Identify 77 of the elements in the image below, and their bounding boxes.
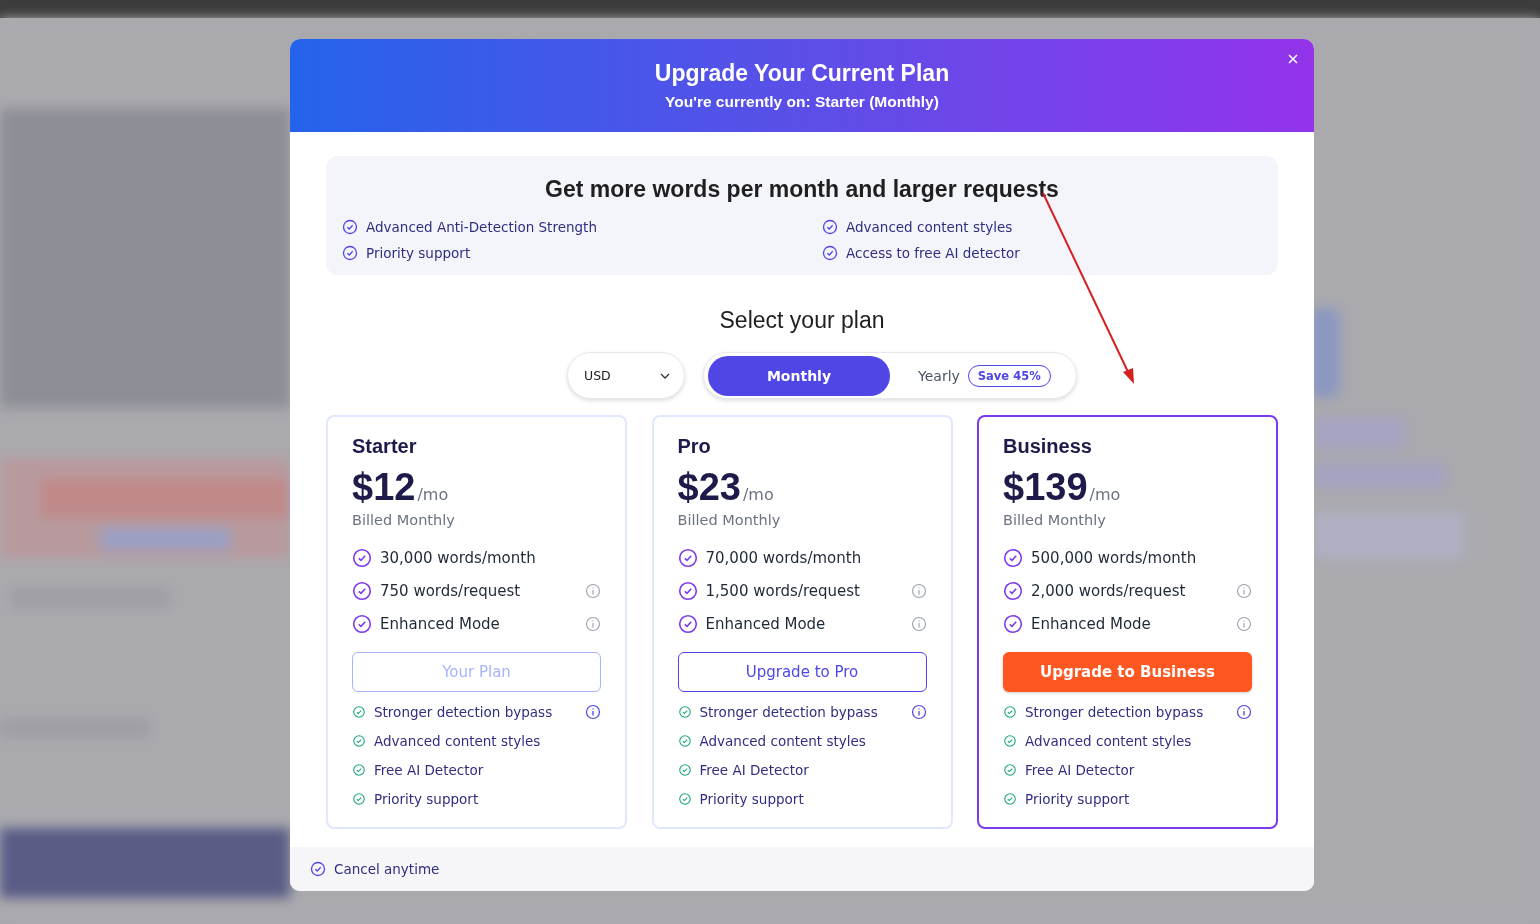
plan-extra-feature: Free AI Detector: [699, 762, 810, 778]
check-circle-icon: [1003, 705, 1017, 719]
benefits-heading: Get more words per month and larger requests: [544, 176, 1060, 203]
check-circle-icon: [677, 581, 698, 601]
check-circle-icon: [822, 245, 838, 261]
dialog-title: Upgrade Your Current Plan: [654, 60, 950, 87]
plan-feature: 2,000 words/request: [1031, 582, 1187, 600]
price-unit: /mo: [1089, 485, 1121, 504]
plan-feature: Enhanced Mode: [705, 615, 827, 633]
price-unit: /mo: [742, 485, 774, 504]
billing-text: Billed Monthly: [1003, 512, 1107, 528]
plan-feature: Enhanced Mode: [1031, 615, 1152, 633]
billing-period-tab[interactable]: Yearly: [898, 355, 960, 396]
billing-period-tab[interactable]: Monthly: [708, 355, 890, 396]
check-circle-icon: [677, 614, 698, 634]
check-circle-icon: [352, 792, 366, 806]
plan-extra-feature: Advanced content styles: [374, 733, 542, 749]
check-circle-icon: [1003, 614, 1023, 634]
check-circle-icon: [352, 614, 372, 634]
plan-name: Starter: [352, 435, 418, 458]
price-unit: /mo: [417, 485, 449, 504]
plan-extra-feature: Stronger detection bypass: [1025, 704, 1205, 720]
plan-feature: Enhanced Mode: [380, 615, 501, 633]
plan-feature: 30,000 words/month: [380, 549, 537, 567]
check-circle-icon: [822, 219, 838, 235]
check-circle-icon: [1003, 763, 1017, 777]
check-circle-icon: [1003, 734, 1017, 748]
plan-price: $139: [1003, 468, 1088, 506]
check-circle-icon: [342, 219, 358, 235]
check-circle-icon: [352, 705, 366, 719]
currency-dropdown[interactable]: USD: [567, 352, 685, 399]
check-circle-icon: [352, 734, 366, 748]
benefit-text: Access to free AI detector: [846, 245, 1020, 261]
plan-name: Pro: [677, 435, 712, 458]
check-circle-icon: [677, 792, 692, 806]
info-icon[interactable]: [910, 704, 927, 720]
plan-price: $12: [352, 468, 416, 506]
benefit-text: Advanced content styles: [846, 219, 1013, 235]
info-icon[interactable]: [1236, 704, 1252, 720]
plan-extra-feature: Priority support: [1025, 791, 1131, 807]
close-icon[interactable]: [1287, 53, 1299, 65]
plan-extra-feature: Advanced content styles: [699, 733, 867, 749]
check-circle-icon: [342, 245, 358, 261]
plan-extra-feature: Priority support: [699, 791, 805, 807]
plan-feature: 70,000 words/month: [705, 549, 863, 567]
plan-name: Business: [1003, 435, 1093, 458]
chevron-down-icon: [660, 372, 670, 379]
check-circle-icon: [677, 763, 692, 777]
check-circle-icon: [352, 763, 366, 777]
benefit-text: Advanced Anti-Detection Strength: [366, 219, 597, 235]
check-circle-icon: [310, 861, 326, 877]
plan-extra-feature: Free AI Detector: [1025, 762, 1136, 778]
check-circle-icon: [677, 734, 692, 748]
plan-extra-feature: Priority support: [374, 791, 480, 807]
check-circle-icon: [677, 705, 692, 719]
plan-extra-feature: Advanced content styles: [1025, 733, 1193, 749]
cancel-anytime-note: Cancel anytime: [334, 861, 440, 877]
plan-extra-feature: Stronger detection bypass: [699, 704, 879, 720]
plan-feature: 750 words/request: [380, 582, 522, 600]
plan-feature: 1,500 words/request: [705, 582, 861, 600]
check-circle-icon: [677, 548, 698, 568]
current-plan-text: You're currently on: Starter (Monthly): [665, 93, 939, 111]
select-plan-heading: Select your plan: [718, 307, 886, 334]
check-circle-icon: [1003, 792, 1017, 806]
billing-text: Billed Monthly: [352, 512, 456, 528]
benefit-text: Priority support: [366, 245, 471, 261]
plan-feature: 500,000 words/month: [1031, 549, 1198, 567]
check-circle-icon: [352, 548, 372, 568]
billing-text: Billed Monthly: [677, 512, 782, 528]
check-circle-icon: [1003, 581, 1023, 601]
plan-extra-feature: Free AI Detector: [374, 762, 485, 778]
plan-price: $23: [677, 468, 741, 506]
plan-button[interactable]: Upgrade to Pro: [677, 652, 927, 692]
info-icon[interactable]: [585, 704, 601, 720]
plan-extra-feature: Stronger detection bypass: [374, 704, 554, 720]
check-circle-icon: [1003, 548, 1023, 568]
check-circle-icon: [352, 581, 372, 601]
